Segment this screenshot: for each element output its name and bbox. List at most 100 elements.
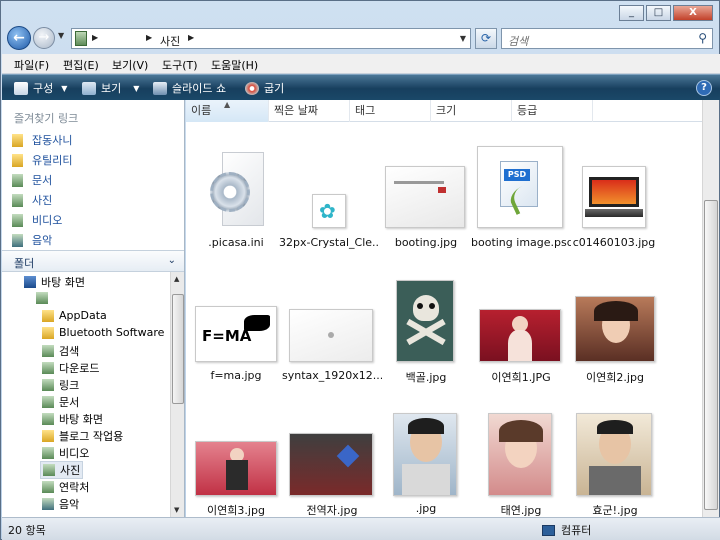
menu-help[interactable]: 도움말(H)	[211, 57, 258, 73]
forward-button[interactable]: →	[33, 27, 55, 49]
menu-view[interactable]: 보기(V)	[112, 57, 148, 73]
tree-item[interactable]: 문서	[42, 394, 79, 410]
breadcrumb-item[interactable]: 사진	[160, 33, 180, 49]
photo-thumb	[576, 413, 652, 496]
address-dropdown-icon[interactable]: ▼	[460, 34, 466, 43]
links-icon	[42, 379, 54, 391]
view-label: 보기	[101, 82, 122, 95]
folders-title: 폴더	[14, 257, 35, 270]
status-bar: 20 항목 컴퓨터	[2, 517, 720, 540]
column-rating[interactable]: 등급	[512, 100, 593, 122]
view-icon	[82, 81, 96, 95]
explorer-window: _ □ X ← → ▼ ▶ ▶ 사진 ▶ ▼ ⟳ 검색 ⚲ 파일(F) 편집(E…	[0, 0, 720, 540]
tree-item[interactable]: 블로그 작업용	[42, 428, 123, 444]
tree-item[interactable]	[36, 292, 53, 304]
desktop-folder-icon	[42, 413, 54, 425]
address-bar[interactable]: ▶ ▶ 사진 ▶ ▼	[71, 28, 471, 49]
computer-icon	[542, 524, 555, 536]
help-button[interactable]: ?	[696, 80, 712, 96]
folder-icon	[12, 153, 23, 167]
tree-item[interactable]: 바탕 화면	[24, 274, 85, 290]
favorite-link[interactable]: 음악	[12, 232, 52, 248]
item-count: 20 항목	[8, 524, 46, 537]
organize-button[interactable]: 구성 ▼	[14, 80, 67, 96]
refresh-button[interactable]: ⟳	[475, 28, 497, 49]
organize-icon	[14, 81, 28, 95]
tree-item[interactable]: 링크	[42, 377, 79, 393]
status-location: 컴퓨터	[542, 522, 591, 538]
column-name[interactable]: 이름 ▲	[186, 100, 269, 122]
folder-icon	[42, 309, 54, 322]
scroll-thumb[interactable]	[704, 200, 718, 510]
navigation-pane: 즐겨찾기 링크 잡동사니 유틸리티 문서 사진 비디오 음악 폴더 ⌄ 바탕 화…	[2, 100, 185, 517]
column-size[interactable]: 크기	[431, 100, 512, 122]
chevron-right-icon[interactable]: ▶	[146, 33, 152, 42]
column-tags[interactable]: 태그	[350, 100, 431, 122]
favorite-link[interactable]: 유틸리티	[12, 152, 72, 168]
chevron-right-icon[interactable]: ▶	[92, 33, 98, 42]
maximize-button[interactable]: □	[646, 5, 671, 21]
syntax-wallpaper-thumb	[289, 309, 373, 362]
tree-item[interactable]: 비디오	[42, 445, 89, 461]
column-date-taken[interactable]: 찍은 날짜	[269, 100, 350, 122]
tree-item[interactable]: 다운로드	[42, 360, 99, 376]
downloads-icon	[42, 362, 54, 374]
pictures-icon	[12, 193, 23, 207]
search-icon[interactable]: ⚲	[698, 31, 707, 45]
photo-thumb	[479, 309, 561, 362]
menu-file[interactable]: 파일(F)	[14, 57, 49, 73]
view-button[interactable]: 보기 ▼	[82, 80, 139, 96]
music-icon	[42, 498, 54, 510]
chevron-down-icon: ▼	[133, 83, 140, 93]
pictures-icon	[43, 464, 55, 476]
folders-header[interactable]: 폴더 ⌄	[2, 250, 184, 272]
favorite-link[interactable]: 사진	[12, 192, 52, 208]
disc-icon	[245, 81, 259, 95]
photo-thumb	[289, 433, 373, 496]
tree-item[interactable]: AppData	[42, 309, 107, 322]
chevron-down-icon: ▼	[61, 83, 68, 93]
burn-label: 굽기	[264, 82, 285, 95]
burn-button[interactable]: 굽기	[245, 80, 284, 96]
tree-item[interactable]: 검색	[42, 343, 79, 359]
favorite-link[interactable]: 문서	[12, 172, 52, 188]
scroll-down-icon[interactable]: ▼	[174, 506, 179, 514]
tree-item-selected[interactable]: 사진	[40, 461, 84, 479]
psd-file-thumb: PSD	[477, 146, 563, 228]
navigation-bar: ← → ▼ ▶ ▶ 사진 ▶ ▼ ⟳ 검색 ⚲	[1, 23, 720, 53]
crystal-image-thumb: ✿	[312, 194, 346, 228]
slideshow-button[interactable]: 슬라이드 쇼	[153, 80, 226, 96]
scroll-thumb[interactable]	[172, 294, 184, 404]
slideshow-label: 슬라이드 쇼	[172, 82, 227, 95]
skull-image-thumb	[396, 280, 454, 362]
column-headers: 이름 ▲ 찍은 날짜 태그 크기 등급	[186, 100, 702, 122]
contacts-icon	[42, 481, 54, 493]
slideshow-icon	[153, 81, 167, 95]
search-input[interactable]: 검색 ⚲	[501, 28, 713, 49]
photo-thumb	[488, 413, 552, 496]
menu-edit[interactable]: 편집(E)	[63, 57, 99, 73]
file-list-scrollbar[interactable]	[702, 100, 719, 517]
tree-item[interactable]: 바탕 화면	[42, 411, 103, 427]
desktop-icon	[24, 276, 36, 288]
back-button[interactable]: ←	[7, 26, 31, 50]
fma-image-thumb: F=MA	[195, 306, 277, 362]
scroll-up-icon[interactable]: ▲	[174, 275, 179, 283]
caption-buttons: _ □ X	[617, 5, 713, 21]
chevron-down-icon[interactable]: ⌄	[168, 255, 176, 266]
documents-icon	[12, 173, 23, 187]
tree-scrollbar[interactable]: ▲ ▼	[170, 272, 184, 517]
minimize-button[interactable]: _	[619, 5, 644, 21]
history-dropdown-icon[interactable]: ▼	[58, 31, 64, 40]
tree-item[interactable]: Bluetooth Software	[42, 326, 164, 339]
menu-tools[interactable]: 도구(T)	[162, 57, 198, 73]
close-button[interactable]: X	[673, 5, 713, 21]
tree-item[interactable]: 연락처	[42, 479, 89, 495]
tree-item[interactable]: 음악	[42, 496, 79, 512]
command-bar: 구성 ▼ 보기 ▼ 슬라이드 쇼 굽기 ?	[2, 74, 720, 100]
chevron-right-icon[interactable]: ▶	[188, 33, 194, 42]
favorite-link[interactable]: 비디오	[12, 212, 62, 228]
favorite-link[interactable]: 잡동사니	[12, 132, 72, 148]
settings-file-icon	[208, 152, 266, 228]
user-folder-icon	[36, 292, 48, 304]
